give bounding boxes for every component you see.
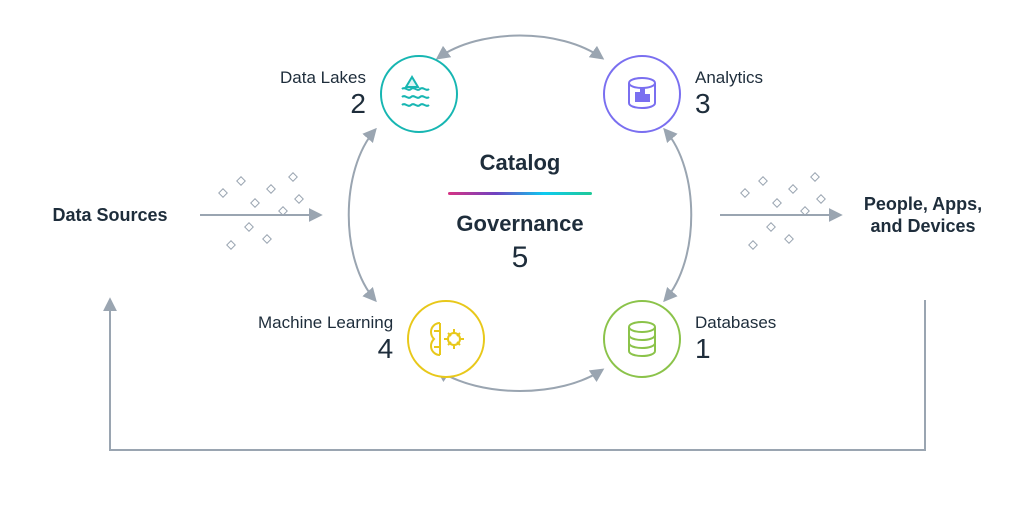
node-analytics-number: 3 (695, 88, 763, 120)
node-databases-number: 1 (695, 333, 776, 365)
endpoint-people-apps-devices: People, Apps, and Devices (848, 140, 998, 290)
center-catalog-governance: Catalog Governance 5 (430, 150, 610, 275)
particles-right (741, 173, 825, 249)
node-databases-label: Databases (695, 313, 776, 333)
center-catalog-label: Catalog (430, 150, 610, 176)
node-data-lakes: Data Lakes 2 (280, 55, 458, 133)
node-analytics-label: Analytics (695, 68, 763, 88)
endpoint-data-sources: Data Sources (35, 140, 185, 290)
center-governance-label: Governance (430, 211, 610, 237)
node-data-lakes-number: 2 (280, 88, 366, 120)
node-ml-label: Machine Learning (258, 313, 393, 333)
analytics-icon (603, 55, 681, 133)
node-machine-learning: Machine Learning 4 (258, 300, 485, 378)
endpoint-data-sources-label: Data Sources (40, 204, 179, 227)
center-separator (448, 192, 592, 195)
center-number: 5 (430, 241, 610, 275)
particles-left (219, 173, 303, 249)
data-lake-icon (380, 55, 458, 133)
machine-learning-icon (407, 300, 485, 378)
node-analytics: Analytics 3 (603, 55, 763, 133)
database-icon (603, 300, 681, 378)
node-databases: Databases 1 (603, 300, 776, 378)
node-data-lakes-label: Data Lakes (280, 68, 366, 88)
node-ml-number: 4 (258, 333, 393, 365)
endpoint-people-apps-devices-label: People, Apps, and Devices (848, 193, 998, 238)
diagram-canvas: { "left_endpoint": { "label": "Data Sour… (0, 0, 1024, 523)
